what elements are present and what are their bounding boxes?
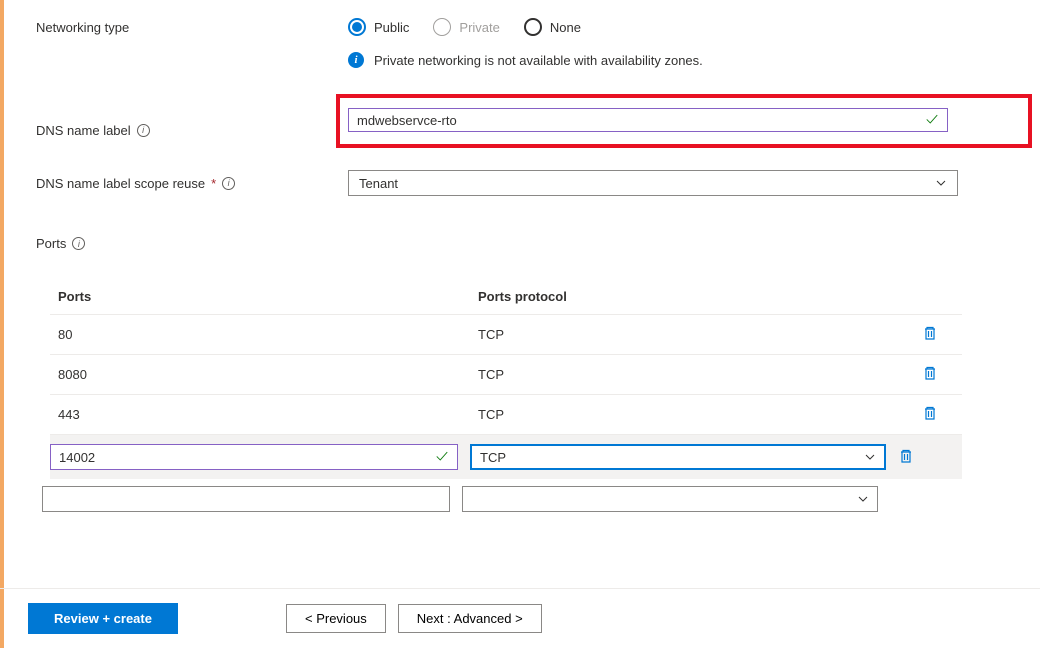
- ports-table-header: Ports Ports protocol: [50, 279, 962, 315]
- radio-private[interactable]: Private: [433, 18, 499, 36]
- port-input-empty[interactable]: [42, 486, 450, 512]
- table-row-empty: [50, 479, 962, 523]
- checkmark-icon: [925, 112, 939, 129]
- table-row: 443 TCP: [50, 395, 962, 435]
- info-icon: i: [348, 52, 364, 68]
- footer-bar: Review + create < Previous Next : Advanc…: [0, 588, 1040, 648]
- port-input[interactable]: 14002: [50, 444, 458, 470]
- table-row: 8080 TCP: [50, 355, 962, 395]
- chevron-down-icon: [935, 177, 947, 189]
- protocol-cell: TCP: [478, 407, 898, 422]
- protocol-value: TCP: [480, 450, 506, 465]
- radio-empty-icon: [524, 18, 542, 36]
- protocol-select-empty[interactable]: [462, 486, 878, 512]
- trash-icon[interactable]: [922, 369, 938, 384]
- next-button[interactable]: Next : Advanced >: [398, 604, 542, 633]
- trash-icon[interactable]: [898, 448, 914, 467]
- dns-name-highlight-box: mdwebservce-rto: [336, 94, 1032, 148]
- info-message-text: Private networking is not available with…: [374, 53, 703, 68]
- dns-name-value: mdwebservce-rto: [357, 113, 457, 128]
- ports-header-port: Ports: [58, 289, 478, 304]
- info-icon[interactable]: i: [72, 237, 85, 250]
- table-row: 80 TCP: [50, 315, 962, 355]
- chevron-down-icon: [864, 451, 876, 463]
- port-cell: 443: [58, 407, 478, 422]
- trash-icon[interactable]: [922, 329, 938, 344]
- radio-public[interactable]: Public: [348, 18, 409, 36]
- info-message: i Private networking is not available wi…: [348, 52, 1020, 68]
- ports-section-label: Ports i: [36, 236, 1020, 251]
- radio-none[interactable]: None: [524, 18, 581, 36]
- radio-selected-icon: [348, 18, 366, 36]
- trash-icon[interactable]: [922, 409, 938, 424]
- radio-private-label: Private: [459, 20, 499, 35]
- dns-name-label: DNS name label i: [36, 123, 348, 138]
- info-icon[interactable]: i: [222, 177, 235, 190]
- dns-scope-value: Tenant: [359, 176, 398, 191]
- review-create-button[interactable]: Review + create: [28, 603, 178, 634]
- chevron-down-icon: [857, 493, 869, 505]
- radio-empty-icon: [433, 18, 451, 36]
- protocol-cell: TCP: [478, 367, 898, 382]
- checkmark-icon: [435, 449, 449, 466]
- networking-type-label: Networking type: [36, 20, 348, 35]
- table-row-editing: 14002 TCP: [50, 435, 962, 479]
- protocol-cell: TCP: [478, 327, 898, 342]
- dns-scope-select[interactable]: Tenant: [348, 170, 958, 196]
- radio-public-label: Public: [374, 20, 409, 35]
- protocol-select[interactable]: TCP: [470, 444, 886, 470]
- ports-table: Ports Ports protocol 80 TCP 8080 TCP 443…: [50, 279, 962, 523]
- networking-type-radio-group: Public Private None: [348, 18, 1020, 36]
- radio-none-label: None: [550, 20, 581, 35]
- previous-button[interactable]: < Previous: [286, 604, 386, 633]
- port-input-value: 14002: [59, 450, 95, 465]
- info-icon[interactable]: i: [137, 124, 150, 137]
- ports-header-protocol: Ports protocol: [478, 289, 898, 304]
- port-cell: 8080: [58, 367, 478, 382]
- left-accent-bar: [0, 0, 4, 648]
- dns-scope-label: DNS name label scope reuse * i: [36, 176, 348, 191]
- dns-name-input[interactable]: mdwebservce-rto: [348, 108, 948, 132]
- port-cell: 80: [58, 327, 478, 342]
